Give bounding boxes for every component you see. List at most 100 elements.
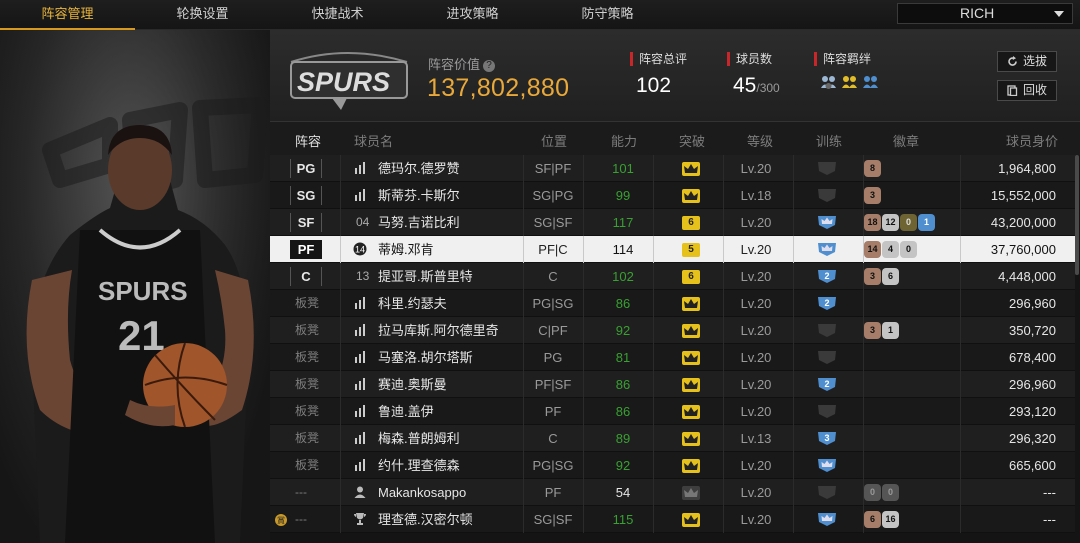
player-name[interactable]: 约什.理查德森 [378,452,460,479]
tab-offense-strategy[interactable]: 进攻策略 [405,0,540,30]
lineup-slot[interactable]: C [290,267,322,286]
breakthrough-badge[interactable] [682,459,700,473]
player-name[interactable]: 蒂姆.邓肯 [378,236,434,263]
no-slot[interactable]: --- [295,479,307,506]
player-name[interactable]: 赛迪.奥斯曼 [378,371,447,398]
player-name[interactable]: 斯蒂芬.卡斯尔 [378,182,460,209]
table-row[interactable]: 板凳 拉马库斯.阿尔德里奇 C|PF 92 Lv.20 3 1 350,720 [270,317,1075,344]
training-indicator[interactable] [816,323,838,338]
training-indicator[interactable] [816,242,838,257]
badge-count[interactable]: 18 [864,214,881,231]
breakthrough-badge[interactable] [682,351,700,365]
table-row[interactable]: 板凳 科里.约瑟夫 PG|SG 86 Lv.20 2 296,960 [270,290,1075,317]
training-indicator[interactable] [816,485,838,500]
table-row[interactable]: PG 德玛尔.德罗赞 SF|PF 101 Lv.20 8 1,964,800 [270,155,1075,182]
training-indicator[interactable] [816,458,838,473]
col-worth[interactable]: 球员身价 [1006,131,1058,150]
tab-quick-tactics[interactable]: 快捷战术 [270,0,405,30]
badge-count[interactable]: 0 [864,484,881,501]
training-indicator[interactable] [816,215,838,230]
player-name[interactable]: 梅森.普朗姆利 [378,425,460,452]
player-name[interactable]: 马塞洛.胡尔塔斯 [378,344,473,371]
breakthrough-badge[interactable] [682,432,700,446]
badge-count[interactable]: 0 [882,484,899,501]
tab-rotation[interactable]: 轮换设置 [135,0,270,30]
col-player-name[interactable]: 球员名 [354,131,393,150]
training-indicator[interactable] [816,161,838,176]
table-row[interactable]: --- Makankosappo PF 54 Lv.20 0 0 --- [270,479,1075,506]
bond-blue-icon[interactable] [862,74,879,90]
bench-label[interactable]: 板凳 [295,344,319,371]
col-position[interactable]: 位置 [541,131,567,150]
lineup-slot[interactable]: PG [290,159,322,178]
table-row[interactable]: 板凳 梅森.普朗姆利 C 89 Lv.13 3 296,320 [270,425,1075,452]
player-name[interactable]: Makankosappo [378,479,466,506]
bench-label[interactable]: 板凳 [295,398,319,425]
bench-label[interactable]: 板凳 [295,317,319,344]
training-indicator[interactable]: 2 [816,269,838,284]
player-name[interactable]: 理查德.汉密尔顿 [378,506,473,533]
pick-button[interactable]: 选拔 [997,51,1057,72]
badge-count[interactable]: 1 [882,322,899,339]
table-row[interactable]: 板凳 马塞洛.胡尔塔斯 PG 81 Lv.20 678,400 [270,344,1075,371]
player-name[interactable]: 拉马库斯.阿尔德里奇 [378,317,499,344]
breakthrough-badge[interactable] [682,297,700,311]
col-breakthrough[interactable]: 突破 [679,131,705,150]
col-level[interactable]: 等级 [747,131,773,150]
badge-count[interactable]: 14 [864,241,881,258]
badge-count[interactable]: 8 [864,160,881,177]
breakthrough-badge[interactable] [682,513,700,527]
lineup-slot[interactable]: SF [290,213,322,232]
help-icon[interactable]: ? [483,60,496,72]
badge-count[interactable]: 4 [882,241,899,258]
lineup-slot[interactable]: PF [290,240,322,259]
training-indicator[interactable] [816,188,838,203]
tab-defense-strategy[interactable]: 防守策略 [540,0,675,30]
badge-count[interactable]: 0 [900,241,917,258]
col-training[interactable]: 训练 [816,131,842,150]
breakthrough-badge[interactable]: 5 [682,243,700,257]
lineup-slot[interactable]: SG [290,186,322,205]
player-name[interactable]: 科里.约瑟夫 [378,290,447,317]
no-slot[interactable]: --- [295,506,307,533]
table-row[interactable]: 板凳 赛迪.奥斯曼 PF|SF 86 Lv.20 2 296,960 [270,371,1075,398]
breakthrough-badge[interactable] [682,162,700,176]
bench-label[interactable]: 板凳 [295,452,319,479]
col-badges[interactable]: 徽章 [893,131,919,150]
col-ability[interactable]: 能力 [611,131,637,150]
breakthrough-badge[interactable] [682,324,700,338]
training-indicator[interactable] [816,350,838,365]
badge-count[interactable]: 3 [864,187,881,204]
badge-count[interactable]: 12 [882,214,899,231]
table-row[interactable]: C 13 提亚哥.斯普里特 C 102 6 Lv.20 2 3 6 4,448,000 [270,263,1075,290]
player-name[interactable]: 马努.吉诺比利 [378,209,460,236]
training-indicator[interactable] [816,404,838,419]
table-row[interactable]: 板凳 鲁迪.盖伊 PF 86 Lv.20 293,120 [270,398,1075,425]
player-name[interactable]: 德玛尔.德罗赞 [378,155,460,182]
tab-lineup[interactable]: 阵容管理 [0,0,135,30]
player-name[interactable]: 鲁迪.盖伊 [378,398,434,425]
badge-count[interactable]: 0 [900,214,917,231]
badge-count[interactable]: 1 [918,214,935,231]
bench-label[interactable]: 板凳 [295,371,319,398]
table-row[interactable]: --- 賞 理查德.汉密尔顿 SG|SF 115 Lv.20 6 16 --- [270,506,1075,533]
badge-count[interactable]: 3 [864,322,881,339]
table-row[interactable]: 板凳 约什.理查德森 PG|SG 92 Lv.20 665,600 [270,452,1075,479]
roster-scrollbar[interactable] [1075,155,1079,275]
breakthrough-badge[interactable] [682,378,700,392]
training-indicator[interactable]: 3 [816,431,838,446]
breakthrough-badge[interactable] [682,189,700,203]
badge-count[interactable]: 6 [882,268,899,285]
table-row-selected[interactable]: PF 14 蒂姆.邓肯 PF|C 114 5 Lv.20 14 4 0 37,760,000 [270,236,1075,263]
badge-count[interactable]: 3 [864,268,881,285]
badge-count[interactable]: 16 [882,511,899,528]
training-indicator[interactable]: 2 [816,377,838,392]
bond-gold-icon[interactable] [841,74,858,90]
bond-silver-icon[interactable] [820,74,837,90]
breakthrough-badge[interactable] [682,486,700,500]
breakthrough-badge[interactable]: 6 [682,216,700,230]
player-name[interactable]: 提亚哥.斯普里特 [378,263,473,290]
col-lineup[interactable]: 阵容 [295,131,321,150]
team-dropdown[interactable]: RICH [897,3,1073,24]
training-indicator[interactable] [816,512,838,527]
